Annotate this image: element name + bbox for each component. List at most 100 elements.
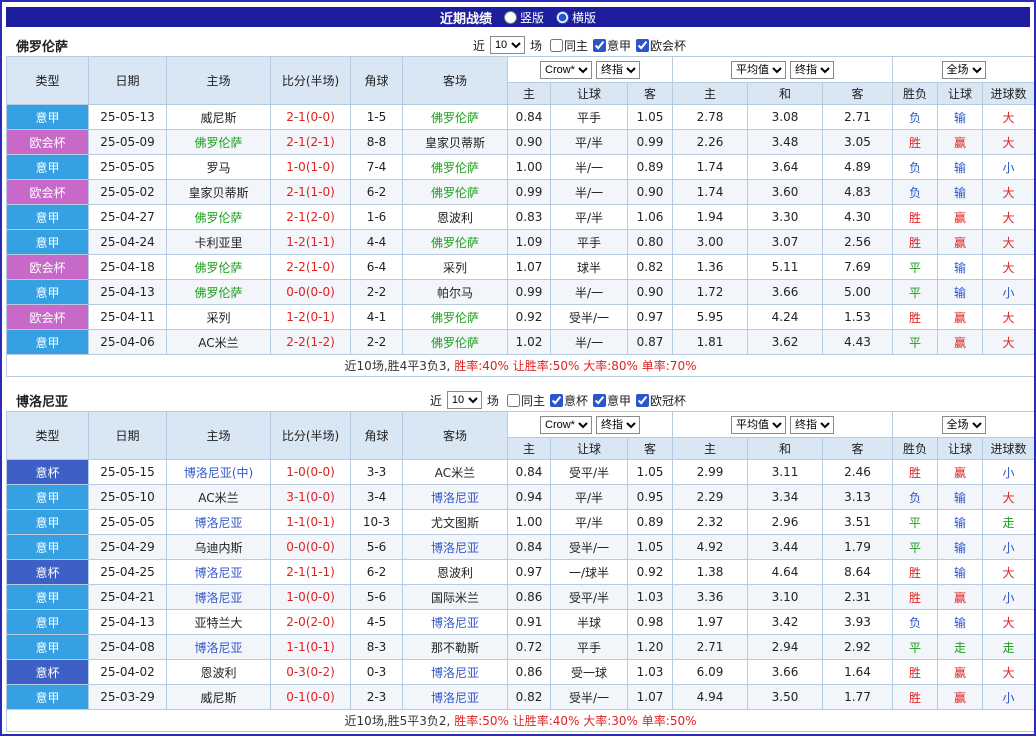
- layout-radio-vertical[interactable]: 竖版: [504, 9, 544, 26]
- away-team: 佛罗伦萨: [403, 105, 508, 130]
- layout-radio-horizontal[interactable]: 横版: [556, 9, 596, 26]
- avg-home-odds: 1.72: [673, 280, 748, 305]
- odds-away: 0.90: [628, 280, 673, 305]
- away-team: 博洛尼亚: [403, 485, 508, 510]
- checkbox-input[interactable]: [593, 394, 606, 407]
- radio-input-horizontal[interactable]: [556, 11, 569, 24]
- checkbox-input[interactable]: [507, 394, 520, 407]
- match-date: 25-05-05: [89, 155, 167, 180]
- avg-time-select[interactable]: 终指: [790, 416, 834, 434]
- odds-company-select[interactable]: Crow*: [540, 416, 592, 434]
- odds-away: 0.90: [628, 180, 673, 205]
- checkbox-input[interactable]: [636, 39, 649, 52]
- result-wdl: 负: [893, 155, 938, 180]
- league-filter-checkbox[interactable]: 意甲: [593, 392, 631, 409]
- league-filter-checkbox[interactable]: 意甲: [593, 37, 631, 54]
- scope-select[interactable]: 全场: [942, 61, 986, 79]
- avg-away-odds: 3.93: [823, 610, 893, 635]
- avg-away-odds: 1.77: [823, 685, 893, 710]
- summary-row: 近10场,胜4平3负3, 胜率:40% 让胜率:50% 大率:80% 单率:70…: [7, 355, 1035, 377]
- result-handicap: 输: [938, 105, 983, 130]
- corners: 5-6: [351, 585, 403, 610]
- league-filter-checkbox[interactable]: 同主: [507, 392, 545, 409]
- checkbox-input[interactable]: [593, 39, 606, 52]
- recent-count-select[interactable]: 10: [447, 391, 482, 409]
- match-row: 意杯25-05-15博洛尼亚(中)1-0(0-0)3-3AC米兰0.84受平/半…: [7, 460, 1035, 485]
- recent-count-select[interactable]: 10: [490, 36, 525, 54]
- avg-away-odds: 4.43: [823, 330, 893, 355]
- avg-home-odds: 2.99: [673, 460, 748, 485]
- match-row: 欧会杯25-04-18佛罗伦萨2-2(1-0)6-4采列1.07球半0.821.…: [7, 255, 1035, 280]
- league-badge: 意甲: [7, 485, 89, 510]
- odds-away: 1.20: [628, 635, 673, 660]
- away-team: 博洛尼亚: [403, 535, 508, 560]
- odds-handicap: 受平/半: [551, 460, 628, 485]
- result-wdl: 胜: [893, 230, 938, 255]
- col-hcp-result: 让球: [938, 438, 983, 460]
- checkbox-input[interactable]: [550, 39, 563, 52]
- corners: 3-4: [351, 485, 403, 510]
- home-team: 佛罗伦萨: [167, 205, 271, 230]
- avg-draw-odds: 3.30: [748, 205, 823, 230]
- league-badge: 意甲: [7, 280, 89, 305]
- result-wdl: 负: [893, 610, 938, 635]
- avg-time-select[interactable]: 终指: [790, 61, 834, 79]
- score: 1-1(0-1): [271, 635, 351, 660]
- avg-draw-odds: 3.07: [748, 230, 823, 255]
- checkbox-input[interactable]: [636, 394, 649, 407]
- avg-away-odds: 8.64: [823, 560, 893, 585]
- match-date: 25-04-18: [89, 255, 167, 280]
- match-date: 25-04-11: [89, 305, 167, 330]
- odds-handicap: 受半/一: [551, 685, 628, 710]
- league-filter-checkbox[interactable]: 同主: [550, 37, 588, 54]
- title-bar: 近期战绩 竖版 横版: [6, 7, 1030, 27]
- odds-handicap: 受半/一: [551, 305, 628, 330]
- odds-away: 0.80: [628, 230, 673, 255]
- col-type: 类型: [7, 412, 89, 460]
- odds-home: 0.83: [508, 205, 551, 230]
- odds-handicap: 平/半: [551, 485, 628, 510]
- league-filter-checkbox[interactable]: 欧会杯: [636, 37, 686, 54]
- match-row: 意甲25-04-27佛罗伦萨2-1(2-0)1-6恩波利0.83平/半1.061…: [7, 205, 1035, 230]
- odds-handicap: 半球: [551, 610, 628, 635]
- score: 2-1(1-0): [271, 180, 351, 205]
- odds-time-select[interactable]: 终指: [596, 61, 640, 79]
- away-team: 博洛尼亚: [403, 610, 508, 635]
- league-filter-checkbox[interactable]: 意杯: [550, 392, 588, 409]
- avg-home-odds: 1.74: [673, 155, 748, 180]
- match-date: 25-05-10: [89, 485, 167, 510]
- checkbox-input[interactable]: [550, 394, 563, 407]
- result-goals: 小: [983, 585, 1035, 610]
- home-team: 皇家贝蒂斯: [167, 180, 271, 205]
- corners: 8-8: [351, 130, 403, 155]
- home-team: 佛罗伦萨: [167, 130, 271, 155]
- col-away: 客场: [403, 412, 508, 460]
- result-wdl: 胜: [893, 460, 938, 485]
- corners: 4-1: [351, 305, 403, 330]
- col-corner: 角球: [351, 412, 403, 460]
- odds-away: 0.89: [628, 155, 673, 180]
- avg-away-odds: 2.31: [823, 585, 893, 610]
- league-filter-checkbox[interactable]: 欧冠杯: [636, 392, 686, 409]
- odds-home: 0.82: [508, 685, 551, 710]
- result-goals: 大: [983, 205, 1035, 230]
- odds-time-select[interactable]: 终指: [596, 416, 640, 434]
- corners: 0-3: [351, 660, 403, 685]
- recent-label: 近: [430, 392, 442, 409]
- result-goals: 大: [983, 610, 1035, 635]
- radio-input-vertical[interactable]: [504, 11, 517, 24]
- avg-draw-odds: 3.44: [748, 535, 823, 560]
- result-goals: 小: [983, 535, 1035, 560]
- odds-company-select[interactable]: Crow*: [540, 61, 592, 79]
- away-team: 恩波利: [403, 205, 508, 230]
- avg-select[interactable]: 平均值: [731, 61, 786, 79]
- score: 0-1(0-0): [271, 685, 351, 710]
- col-goals: 进球数: [983, 438, 1035, 460]
- scope-select[interactable]: 全场: [942, 416, 986, 434]
- away-team: 恩波利: [403, 560, 508, 585]
- avg-select[interactable]: 平均值: [731, 416, 786, 434]
- result-wdl: 胜: [893, 130, 938, 155]
- score: 2-1(1-1): [271, 560, 351, 585]
- odds-home: 1.00: [508, 510, 551, 535]
- match-row: 意甲25-04-21博洛尼亚1-0(0-0)5-6国际米兰0.86受平/半1.0…: [7, 585, 1035, 610]
